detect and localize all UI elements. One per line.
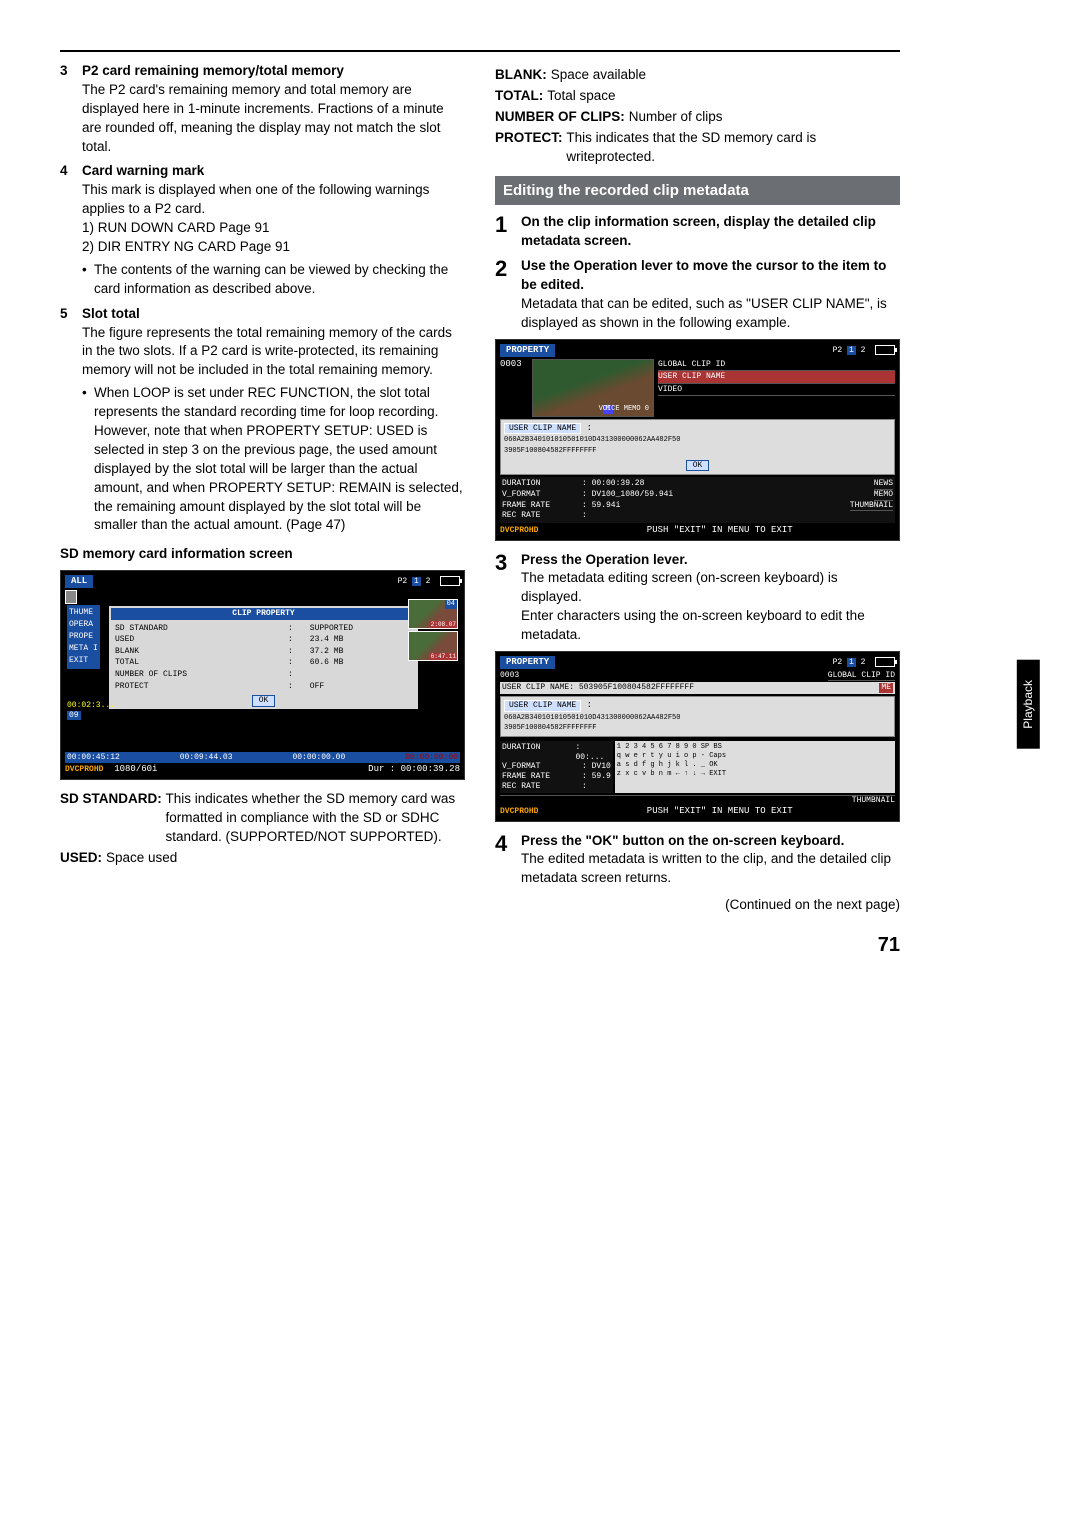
step-2: 2 Use the Operation lever to move the cu… xyxy=(495,257,900,333)
page-number: 71 xyxy=(60,931,900,959)
ss-p2-label: P2 xyxy=(398,577,408,586)
ss-all: ALL xyxy=(65,575,93,588)
item-3: 3 P2 card remaining memory/total memory … xyxy=(60,62,465,156)
item4-bullet-text: The contents of the warning can be viewe… xyxy=(94,261,465,299)
side-tab: Playback xyxy=(1017,660,1040,749)
ok-button[interactable]: OK xyxy=(252,695,276,707)
continued-note: (Continued on the next page) xyxy=(495,896,900,915)
sd-screenshot: ALL P2 1 2 THUME OPERA PROPE META I EXIT… xyxy=(60,570,465,780)
step-3: 3 Press the Operation lever. The metadat… xyxy=(495,551,900,645)
columns: 3 P2 card remaining memory/total memory … xyxy=(60,62,900,915)
battery-icon xyxy=(875,345,895,355)
battery-icon xyxy=(440,576,460,586)
item5-bullet-text: When LOOP is set under REC FUNCTION, the… xyxy=(94,384,465,535)
item-5: 5 Slot total The figure represents the t… xyxy=(60,305,465,381)
sd-defs: SD STANDARD: This indicates whether the … xyxy=(60,790,465,868)
step-1: 1 On the clip information screen, displa… xyxy=(495,213,900,251)
item4-line1: 1) RUN DOWN CARD Page 91 xyxy=(82,220,270,235)
item3-num: 3 xyxy=(60,62,82,156)
step-4: 4 Press the "OK" button on the on-screen… xyxy=(495,832,900,889)
item4-bullet: • The contents of the warning can be vie… xyxy=(60,261,465,299)
ss-thumbs: 042:08.07 6:47.11 xyxy=(408,599,458,661)
item4-body: This mark is displayed when one of the f… xyxy=(82,182,429,216)
property-screenshot-1: PROPERTY P2 1 2 0003 MVOICE MEMO 0 GLOBA… xyxy=(495,339,900,541)
on-screen-keyboard[interactable]: 1 2 3 4 5 6 7 8 9 0 SP BS q w e r t y u … xyxy=(615,741,895,793)
item5-body: The figure represents the total remainin… xyxy=(82,325,452,378)
item5-num: 5 xyxy=(60,305,82,381)
card-icon xyxy=(65,590,77,604)
item3-title: P2 card remaining memory/total memory xyxy=(82,63,344,78)
item-4: 4 Card warning mark This mark is display… xyxy=(60,162,465,256)
rule-top xyxy=(60,50,900,52)
item4-title: Card warning mark xyxy=(82,163,204,178)
battery-icon xyxy=(875,657,895,667)
top-defs: BLANK: Space available TOTAL: Total spac… xyxy=(495,66,900,166)
item4-line2: 2) DIR ENTRY NG CARD Page 91 xyxy=(82,239,290,254)
item5-title: Slot total xyxy=(82,306,140,321)
property-screenshot-2: PROPERTY P2 1 2 0003 GLOBAL CLIP ID USER… xyxy=(495,651,900,822)
item4-num: 4 xyxy=(60,162,82,256)
col-left: 3 P2 card remaining memory/total memory … xyxy=(60,62,465,915)
section-heading: Editing the recorded clip metadata xyxy=(495,176,900,205)
ok-button[interactable]: OK xyxy=(686,460,710,472)
ss-side-menu: THUME OPERA PROPE META I EXIT xyxy=(67,605,100,669)
col-right: BLANK: Space available TOTAL: Total spac… xyxy=(495,62,900,915)
sd-heading: SD memory card information screen xyxy=(60,545,465,564)
item5-bullet: • When LOOP is set under REC FUNCTION, t… xyxy=(60,384,465,535)
item3-body: The P2 card's remaining memory and total… xyxy=(82,82,444,154)
ss-panel: CLIP PROPERTY SD STANDARD:SUPPORTED USED… xyxy=(109,606,418,709)
